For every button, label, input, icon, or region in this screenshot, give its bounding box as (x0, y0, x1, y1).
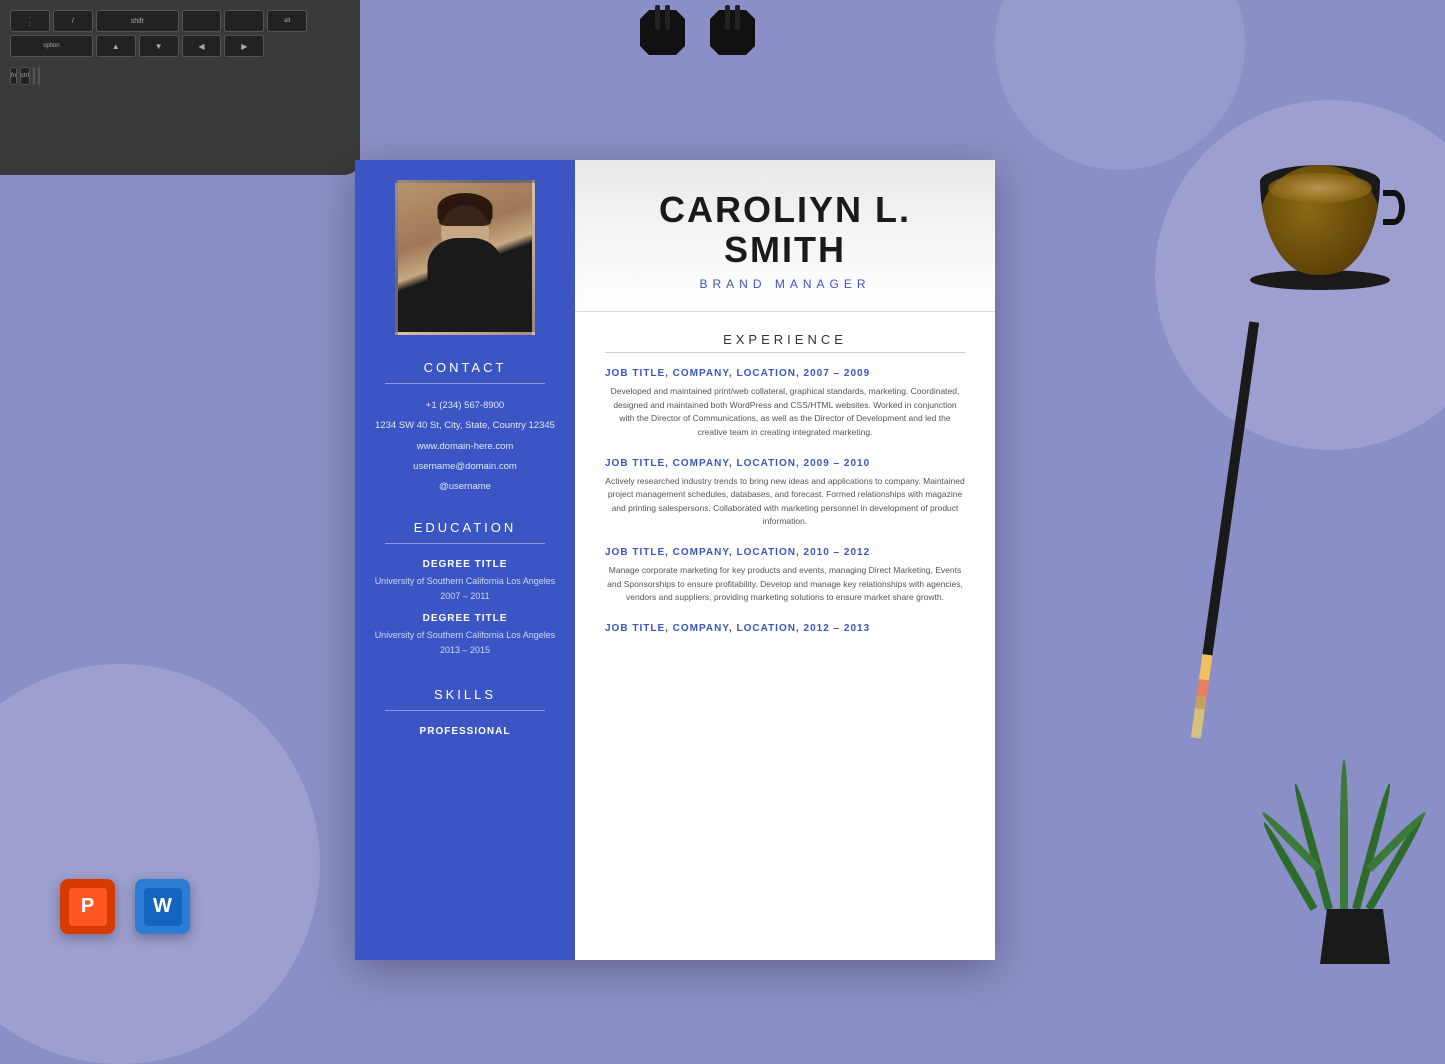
contact-divider (385, 383, 545, 384)
education-divider (385, 543, 545, 544)
key (182, 10, 222, 32)
plant (1290, 689, 1420, 964)
key-option: option (10, 35, 93, 57)
contact-title: CONTACT (424, 360, 507, 375)
binder-clips (640, 5, 755, 65)
resume-main-content: CAROLIYN L. SMITH BRAND MANAGER EXPERIEN… (575, 160, 995, 960)
job-entry-4: JOB TITLE, COMPANY, LOCATION, 2012 – 201… (605, 623, 965, 634)
education-section: EDUCATION DEGREE TITLE University of Sou… (355, 520, 575, 666)
key: ◀ (182, 35, 222, 57)
person-name: CAROLIYN L. SMITH (610, 190, 960, 269)
binder-clip-1 (640, 5, 685, 65)
resume-header: CAROLIYN L. SMITH BRAND MANAGER (575, 160, 995, 312)
plant-leaves-container (1290, 689, 1420, 909)
experience-section-title: EXPERIENCE (605, 332, 965, 347)
job-entry-2: JOB TITLE, COMPANY, LOCATION, 2009 – 201… (605, 458, 965, 529)
resume-body: EXPERIENCE JOB TITLE, COMPANY, LOCATION,… (575, 312, 995, 960)
contact-email: username@domain.com (413, 460, 517, 473)
degree-1-years: 2007 – 2011 (440, 591, 489, 601)
powerpoint-icon: P (60, 879, 115, 934)
coffee-cup (1255, 160, 1385, 290)
word-icon: W (135, 879, 190, 934)
key-fn: fn (10, 67, 17, 85)
job-2-description: Actively researched industry trends to b… (605, 475, 965, 529)
plant-leaf (1340, 759, 1348, 909)
key: / (53, 10, 93, 32)
key: ·: (10, 10, 50, 32)
resume-sidebar: CONTACT +1 (234) 567-8900 1234 SW 40 St,… (355, 160, 575, 960)
skills-title: SKILLS (434, 687, 496, 702)
resume-document: CONTACT +1 (234) 567-8900 1234 SW 40 St,… (355, 160, 995, 960)
cup-foam (1268, 173, 1372, 203)
cup-body (1260, 165, 1380, 275)
key (224, 10, 264, 32)
contact-address: 1234 SW 40 St, City, State, Country 1234… (375, 419, 555, 432)
skills-section: SKILLS PROFESSIONAL (355, 687, 575, 742)
key: ▲ (96, 35, 136, 57)
contact-section: CONTACT +1 (234) 567-8900 1234 SW 40 St,… (355, 360, 575, 500)
job-1-title: JOB TITLE, COMPANY, LOCATION, 2007 – 200… (605, 368, 965, 379)
key: ▼ (139, 35, 179, 57)
laptop-keyboard: ·: / shift alt option ▲ ▼ ◀ ▶ fn ctrl (0, 0, 360, 175)
word-icon-inner: W (144, 888, 182, 926)
profile-photo (395, 180, 535, 335)
degree-1-title: DEGREE TITLE (423, 559, 508, 570)
contact-social: @username (439, 480, 491, 493)
job-3-title: JOB TITLE, COMPANY, LOCATION, 2010 – 201… (605, 547, 965, 558)
degree-2-university: University of Southern California Los An… (375, 629, 556, 642)
skills-divider (385, 710, 545, 711)
key-alt: alt (267, 10, 307, 32)
key (33, 67, 35, 85)
plant-pot (1320, 909, 1390, 964)
contact-phone: +1 (234) 567-8900 (426, 399, 504, 412)
skills-subtitle: PROFESSIONAL (420, 726, 511, 737)
key (38, 67, 40, 85)
job-entry-1: JOB TITLE, COMPANY, LOCATION, 2007 – 200… (605, 368, 965, 439)
cup-handle (1383, 190, 1405, 225)
key: ▶ (224, 35, 264, 57)
background-circle-top-right (995, 0, 1245, 170)
job-2-title: JOB TITLE, COMPANY, LOCATION, 2009 – 201… (605, 458, 965, 469)
job-entry-3: JOB TITLE, COMPANY, LOCATION, 2010 – 201… (605, 547, 965, 605)
degree-1-university: University of Southern California Los An… (375, 575, 556, 588)
powerpoint-icon-inner: P (69, 888, 107, 926)
education-title: EDUCATION (414, 520, 517, 535)
contact-website: www.domain-here.com (417, 440, 514, 453)
background-circle-left (0, 664, 320, 1064)
experience-divider (605, 352, 965, 353)
binder-clip-2 (710, 5, 755, 65)
job-3-description: Manage corporate marketing for key produ… (605, 564, 965, 605)
degree-2-years: 2013 – 2015 (440, 645, 490, 655)
key-shift: shift (96, 10, 179, 32)
job-4-title: JOB TITLE, COMPANY, LOCATION, 2012 – 201… (605, 623, 965, 634)
person-job-title: BRAND MANAGER (610, 277, 960, 291)
app-icons: P W (60, 879, 190, 934)
key-ctrl: ctrl (20, 67, 30, 85)
degree-2-title: DEGREE TITLE (423, 613, 508, 624)
job-1-description: Developed and maintained print/web colla… (605, 385, 965, 439)
